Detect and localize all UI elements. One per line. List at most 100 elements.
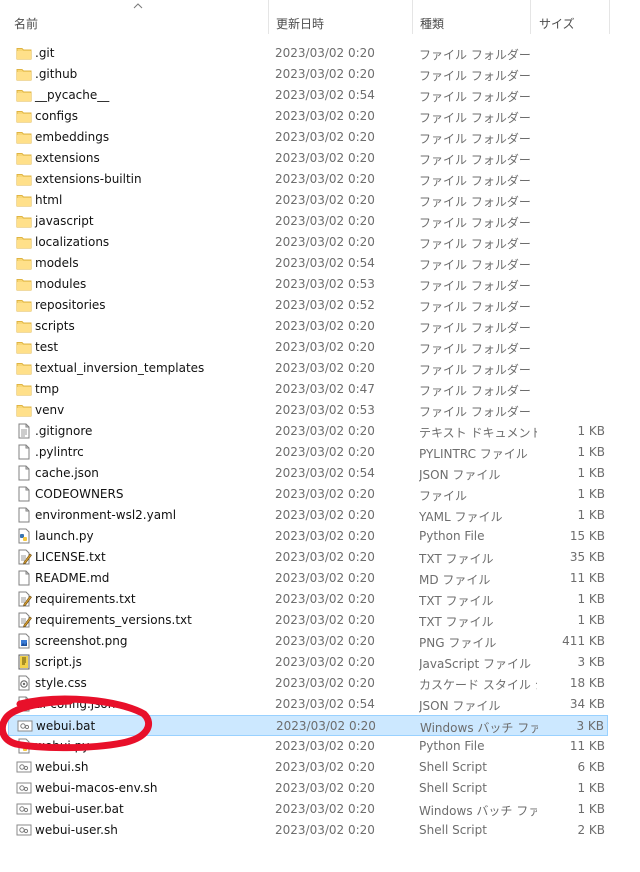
file-size: 3 KB — [577, 655, 605, 669]
folder-icon — [16, 363, 32, 375]
file-size: 1 KB — [577, 487, 605, 501]
css-file-icon — [18, 675, 30, 691]
file-row[interactable]: extensions 2023/03/02 0:20 ファイル フォルダー — [8, 148, 608, 169]
file-row[interactable]: webui.bat 2023/03/02 0:20 Windows バッチ ファ..… — [8, 715, 608, 736]
file-modified: 2023/03/02 0:54 — [275, 697, 375, 711]
file-row[interactable]: cache.json 2023/03/02 0:54 JSON ファイル 1 KB — [8, 463, 608, 484]
file-name: webui-macos-env.sh — [35, 781, 158, 795]
file-type: Windows バッチ ファ... — [419, 804, 537, 818]
file-size: 18 KB — [569, 676, 605, 690]
file-row[interactable]: README.md 2023/03/02 0:20 MD ファイル 11 KB — [8, 568, 608, 589]
file-row[interactable]: LICENSE.txt 2023/03/02 0:20 TXT ファイル 35 KB — [8, 547, 608, 568]
file-row[interactable]: test 2023/03/02 0:20 ファイル フォルダー — [8, 337, 608, 358]
file-row[interactable]: requirements_versions.txt 2023/03/02 0:20… — [8, 610, 608, 631]
file-row[interactable]: html 2023/03/02 0:20 ファイル フォルダー — [8, 190, 608, 211]
file-row[interactable]: modules 2023/03/02 0:53 ファイル フォルダー — [8, 274, 608, 295]
file-modified: 2023/03/02 0:20 — [275, 445, 375, 459]
file-row[interactable]: .git 2023/03/02 0:20 ファイル フォルダー — [8, 43, 608, 64]
blank-file-icon — [18, 465, 30, 481]
text-edit-file-icon — [18, 549, 32, 565]
file-row[interactable]: ui-config.json 2023/03/02 0:54 JSON ファイル 34… — [8, 694, 608, 715]
file-modified: 2023/03/02 0:52 — [275, 298, 375, 312]
column-divider[interactable] — [412, 0, 413, 34]
column-header-size[interactable]: サイズ — [539, 15, 575, 32]
file-size: 3 KB — [576, 719, 604, 733]
file-modified: 2023/03/02 0:20 — [275, 529, 375, 543]
column-divider[interactable] — [268, 0, 269, 34]
file-row[interactable]: embeddings 2023/03/02 0:20 ファイル フォルダー — [8, 127, 608, 148]
file-name: cache.json — [35, 466, 99, 480]
file-modified: 2023/03/02 0:20 — [275, 823, 375, 837]
file-modified: 2023/03/02 0:20 — [275, 634, 375, 648]
file-row[interactable]: CODEOWNERS 2023/03/02 0:20 ファイル 1 KB — [8, 484, 608, 505]
column-divider[interactable] — [530, 0, 531, 34]
file-name: requirements_versions.txt — [35, 613, 192, 627]
file-modified: 2023/03/02 0:20 — [276, 719, 376, 733]
file-type: Shell Script — [419, 760, 487, 774]
folder-icon — [16, 321, 32, 333]
file-row[interactable]: .github 2023/03/02 0:20 ファイル フォルダー — [8, 64, 608, 85]
file-row[interactable]: style.css 2023/03/02 0:20 カスケード スタイル シ... 1… — [8, 673, 608, 694]
file-modified: 2023/03/02 0:20 — [275, 151, 375, 165]
file-row[interactable]: webui-user.sh 2023/03/02 0:20 Shell Script… — [8, 820, 608, 841]
file-row[interactable]: javascript 2023/03/02 0:20 ファイル フォルダー — [8, 211, 608, 232]
file-name: models — [35, 256, 79, 270]
column-header-type[interactable]: 種類 — [420, 15, 444, 32]
file-name: LICENSE.txt — [35, 550, 106, 564]
file-row[interactable]: launch.py 2023/03/02 0:20 Python File 15 KB — [8, 526, 608, 547]
file-row[interactable]: webui.py 2023/03/02 0:20 Python File 11 KB — [8, 736, 608, 757]
file-row[interactable]: screenshot.png 2023/03/02 0:20 PNG ファイル 411… — [8, 631, 608, 652]
file-type: Shell Script — [419, 823, 487, 837]
file-type: ファイル フォルダー — [419, 111, 531, 125]
file-row[interactable]: models 2023/03/02 0:54 ファイル フォルダー — [8, 253, 608, 274]
folder-icon — [16, 174, 32, 186]
file-name: CODEOWNERS — [35, 487, 124, 501]
file-row[interactable]: .pylintrc 2023/03/02 0:20 PYLINTRC ファイル 1 K… — [8, 442, 608, 463]
file-row[interactable]: script.js 2023/03/02 0:20 JavaScript ファイル 3… — [8, 652, 608, 673]
file-row[interactable]: scripts 2023/03/02 0:20 ファイル フォルダー — [8, 316, 608, 337]
file-type: JSON ファイル — [419, 699, 501, 713]
file-size: 1 KB — [577, 613, 605, 627]
file-row[interactable]: .gitignore 2023/03/02 0:20 テキスト ドキュメント 1 KB — [8, 421, 608, 442]
column-header-name[interactable]: 名前 — [14, 15, 38, 32]
file-type: PNG ファイル — [419, 636, 497, 650]
file-name: extensions-builtin — [35, 172, 142, 186]
file-row[interactable]: requirements.txt 2023/03/02 0:20 TXT ファイル 1… — [8, 589, 608, 610]
file-row[interactable]: localizations 2023/03/02 0:20 ファイル フォルダー — [8, 232, 608, 253]
column-header-modified[interactable]: 更新日時 — [276, 15, 324, 32]
file-row[interactable]: webui-user.bat 2023/03/02 0:20 Windows バッチ… — [8, 799, 608, 820]
file-modified: 2023/03/02 0:20 — [275, 508, 375, 522]
shell-script-icon — [16, 782, 32, 794]
file-name: .gitignore — [35, 424, 93, 438]
file-modified: 2023/03/02 0:20 — [275, 235, 375, 249]
file-row[interactable]: repositories 2023/03/02 0:52 ファイル フォルダー — [8, 295, 608, 316]
text-document-icon — [18, 423, 30, 439]
folder-icon — [16, 195, 32, 207]
file-row[interactable]: webui-macos-env.sh 2023/03/02 0:20 Shell S… — [8, 778, 608, 799]
file-row[interactable]: venv 2023/03/02 0:53 ファイル フォルダー — [8, 400, 608, 421]
file-row[interactable]: __pycache__ 2023/03/02 0:54 ファイル フォルダー — [8, 85, 608, 106]
file-modified: 2023/03/02 0:54 — [275, 88, 375, 102]
file-type: ファイル フォルダー — [419, 132, 531, 146]
file-name: screenshot.png — [35, 634, 128, 648]
file-name: .pylintrc — [35, 445, 84, 459]
file-row[interactable]: textual_inversion_templates 2023/03/02 0:… — [8, 358, 608, 379]
file-size: 35 KB — [569, 550, 605, 564]
file-modified: 2023/03/02 0:53 — [275, 277, 375, 291]
file-row[interactable]: tmp 2023/03/02 0:47 ファイル フォルダー — [8, 379, 608, 400]
folder-icon — [16, 69, 32, 81]
file-row[interactable]: configs 2023/03/02 0:20 ファイル フォルダー — [8, 106, 608, 127]
file-row[interactable]: extensions-builtin 2023/03/02 0:20 ファイル フォ… — [8, 169, 608, 190]
file-type: ファイル フォルダー — [419, 258, 531, 272]
shell-script-icon — [16, 761, 32, 773]
file-row[interactable]: webui.sh 2023/03/02 0:20 Shell Script 6 KB — [8, 757, 608, 778]
file-row[interactable]: environment-wsl2.yaml 2023/03/02 0:20 YAML… — [8, 505, 608, 526]
file-type: Python File — [419, 529, 485, 543]
file-name: repositories — [35, 298, 106, 312]
file-type: TXT ファイル — [419, 552, 494, 566]
column-divider[interactable] — [609, 0, 610, 34]
folder-icon — [16, 300, 32, 312]
file-type: ファイル フォルダー — [419, 69, 531, 83]
file-name: requirements.txt — [35, 592, 136, 606]
file-type: Shell Script — [419, 781, 487, 795]
